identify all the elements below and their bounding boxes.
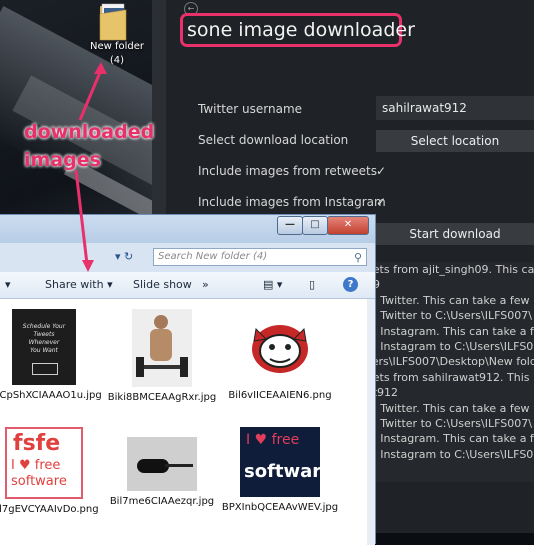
thumb-text: software — [11, 474, 67, 489]
annotation-line: downloaded — [24, 121, 155, 143]
log-line: m Instagram to C:\Users\ILFS00 — [366, 447, 534, 461]
retweets-checkbox[interactable]: ✓ — [376, 164, 390, 178]
instagram-checkbox[interactable]: ✓ — [376, 195, 390, 209]
view-options-icon[interactable]: ▤ ▾ — [263, 272, 282, 298]
thumb-text: I — [246, 432, 251, 448]
thumbnail-fsfe: fsfe I ♥ free software — [5, 427, 83, 499]
start-download-button[interactable]: Start download — [376, 223, 534, 245]
log-line: eets from ajit_singh09. This ca — [366, 263, 534, 276]
search-icon: ⚲ — [353, 251, 362, 264]
search-input[interactable]: Search New folder (4) ⚲ — [153, 248, 367, 266]
file-name: BPXInbQCEAAvWEV.jpg — [221, 502, 339, 513]
file-name: BbCpShXCIAAAO1u.jpg — [0, 390, 102, 401]
preview-pane-icon[interactable]: ▯ — [309, 272, 315, 298]
explorer-window: — □ ✕ ▾ ↻ Search New folder (4) ⚲ ▾ Shar… — [0, 214, 376, 545]
log-line: m Twitter to C:\Users\ILFS007\ — [366, 417, 532, 431]
twitter-username-input[interactable]: sahilrawat912 — [376, 96, 534, 120]
file-name: Bil7me6CIAAezqr.jpg — [109, 496, 215, 507]
file-item[interactable]: fsfe I ♥ free software Bil7gEVCYAAIvDo.p… — [0, 427, 103, 516]
log-line: m Instagram to C:\Users\ILFS00 — [366, 340, 534, 354]
log-line: eets from sahilrawat912. This — [366, 370, 530, 384]
heart-icon: ♥ — [254, 432, 268, 448]
folder-name: New folder — [89, 41, 145, 52]
explorer-titlebar: — □ ✕ — [0, 215, 375, 243]
download-location-label: Select download location — [198, 133, 349, 147]
thumb-text: You Want — [30, 347, 58, 354]
minimize-icon[interactable]: — — [277, 216, 303, 235]
file-name: Biki8BMCEAAgRxr.jpg — [107, 392, 217, 403]
instagram-label: Include images from Instagram — [198, 195, 386, 209]
search-placeholder: Search New folder (4) — [158, 251, 268, 262]
organize-chevron-icon[interactable]: ▾ — [5, 272, 11, 298]
folder-icon[interactable] — [98, 2, 128, 42]
download-log: eets from ajit_singh09. This ca09m Twitt… — [366, 262, 534, 482]
thumbnail-guitar — [127, 437, 197, 491]
file-item[interactable]: Schedule Your Tweets Whenever You Want B… — [0, 309, 103, 402]
thumb-text: free — [271, 432, 300, 448]
file-item[interactable]: I ♥ free software BPXInbQCEAAvWEV.jpg — [221, 427, 339, 514]
thumb-graphic — [32, 363, 58, 375]
file-name: Bil6vIICEAAIEN6.png — [228, 390, 332, 401]
thumb-text: fsfe — [13, 431, 61, 456]
refresh-icon[interactable]: ▾ ↻ — [115, 248, 149, 266]
thumbnail-bulldog — [242, 309, 318, 385]
log-line: 09 — [366, 277, 534, 292]
log-line: m Instagram. This can take a fe — [366, 324, 534, 338]
folder-count: (4) — [109, 55, 125, 66]
twitter-username-label: Twitter username — [198, 102, 303, 116]
app-title: sone image downloader — [180, 13, 415, 47]
log-line: m Twitter to C:\Users\ILFS007\ — [366, 309, 532, 323]
log-line: m Twitter. This can take a few m — [366, 293, 534, 307]
close-icon[interactable]: ✕ — [327, 216, 369, 235]
file-item[interactable]: Biki8BMCEAAgRxr.jpg — [103, 309, 221, 404]
annotation-line: images — [24, 149, 101, 171]
explorer-toolbar: ▾ Share with ▾ Slide show » ▤ ▾ ▯ ? — [0, 272, 375, 299]
share-with-label: Share with — [45, 278, 104, 291]
annotation-label: downloaded images — [24, 118, 154, 174]
maximize-icon[interactable]: □ — [302, 216, 328, 235]
log-line: m Twitter. This can take a few m — [366, 401, 534, 415]
file-list: Schedule Your Tweets Whenever You Want B… — [0, 299, 367, 545]
log-line: at912 — [366, 386, 399, 400]
thumb-text: software — [244, 461, 320, 482]
thumb-text: Schedule Your — [22, 323, 66, 330]
thumb-text: I — [11, 458, 15, 473]
file-name: Bil7gEVCYAAIvDo.png — [0, 504, 99, 515]
desktop-folder-label[interactable]: New folder (4) — [78, 40, 152, 68]
help-icon[interactable]: ? — [343, 277, 358, 292]
select-location-button[interactable]: Select location — [376, 130, 534, 152]
log-line: m Instagram. This can take a fe — [366, 432, 534, 446]
thumbnail-ilovefree: I ♥ free software — [240, 427, 320, 497]
thumb-text: Tweets Whenever — [28, 331, 60, 346]
share-with-menu[interactable]: Share with ▾ — [45, 272, 113, 298]
slide-show-button[interactable]: Slide show — [133, 272, 192, 298]
thumbnail-weightlifter — [132, 309, 192, 387]
file-item[interactable]: Bil7me6CIAAezqr.jpg — [103, 427, 221, 508]
more-options-button[interactable]: » — [202, 272, 209, 298]
file-item[interactable]: Bil6vIICEAAIEN6.png — [221, 309, 339, 402]
scrollbar[interactable] — [367, 299, 375, 545]
thumb-text: free — [34, 458, 61, 473]
heart-icon: ♥ — [18, 458, 31, 473]
thumbnail-schedule: Schedule Your Tweets Whenever You Want — [12, 309, 76, 385]
retweets-label: Include images from retweets — [198, 164, 377, 178]
log-line: sers\ILFS007\Desktop\New fold — [366, 355, 534, 369]
address-bar: ▾ ↻ Search New folder (4) ⚲ — [0, 245, 375, 271]
